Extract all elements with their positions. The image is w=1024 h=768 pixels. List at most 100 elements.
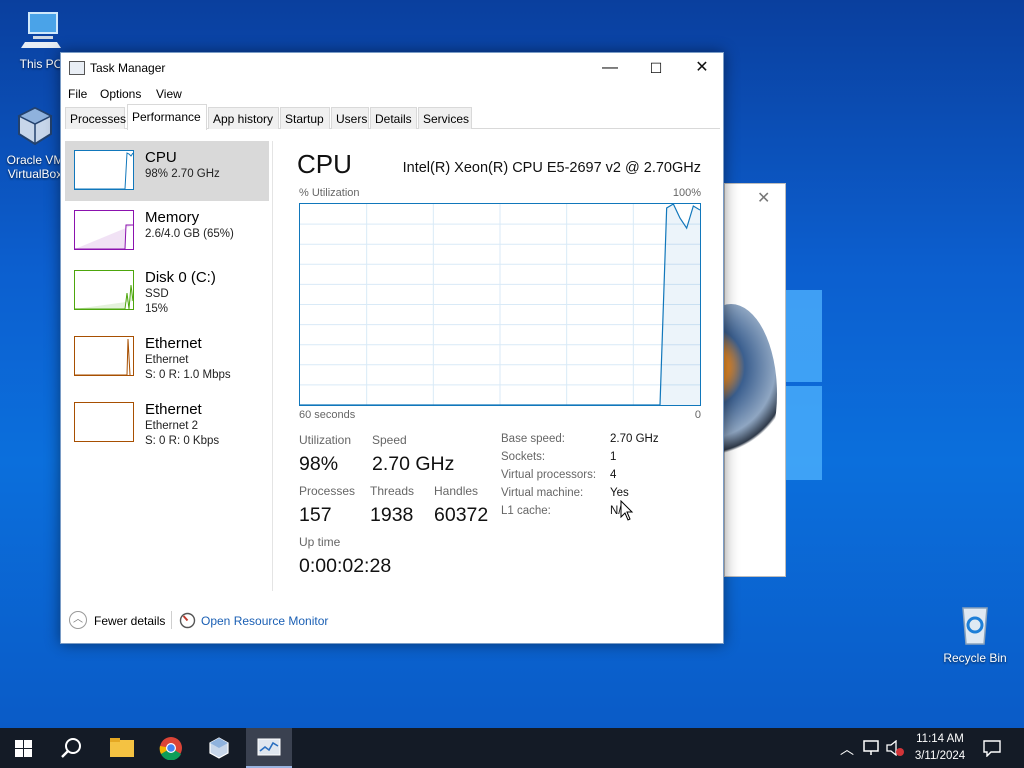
background-window[interactable]: ✕: [685, 183, 786, 577]
virtualbox-icon: [17, 106, 53, 146]
base-speed-value: 2.70 GHz: [610, 433, 659, 445]
graph-y-axis-label: % Utilization: [299, 187, 360, 199]
tab-startup[interactable]: Startup: [280, 107, 330, 129]
threads-label: Threads: [370, 484, 415, 498]
network-icon[interactable]: [862, 740, 880, 756]
chevron-up-icon[interactable]: ︿: [69, 611, 87, 629]
close-icon[interactable]: ✕: [757, 188, 770, 208]
desktop-icon-recycle-bin[interactable]: Recycle Bin: [940, 602, 1010, 665]
tab-users[interactable]: Users: [331, 107, 369, 129]
menu-bar: File Options View: [61, 83, 723, 105]
utilization-value: 98%: [299, 453, 339, 475]
tab-processes[interactable]: Processes: [65, 107, 126, 129]
resource-list: CPU 98% 2.70 GHz Memory 2.6/4.0 GB (65%)…: [65, 141, 270, 591]
taskbar-chrome[interactable]: [148, 728, 194, 768]
threads-value: 1938: [370, 504, 414, 526]
menu-options[interactable]: Options: [100, 87, 141, 101]
clock-time: 11:14 AM: [916, 733, 964, 745]
sidebar-item-title: Ethernet: [145, 401, 202, 418]
sidebar-item-subtitle: 2.6/4.0 GB (65%): [145, 228, 234, 240]
utilization-label: Utilization: [299, 433, 352, 447]
chrome-icon: [159, 737, 182, 760]
folder-icon: [110, 738, 134, 757]
recycle-bin-icon: [962, 607, 988, 645]
virtual-processors-label: Virtual processors:: [501, 469, 597, 481]
tab-services[interactable]: Services: [418, 107, 472, 129]
open-resource-monitor-link[interactable]: Open Resource Monitor: [201, 614, 328, 628]
virtual-processors-value: 4: [610, 469, 617, 481]
sidebar-item-subtitle: Ethernet 2: [145, 420, 199, 432]
cpu-utilization-chart: [300, 204, 700, 405]
task-manager-app-icon: [69, 61, 85, 75]
sidebar-item-ethernet-2[interactable]: Ethernet Ethernet 2 S: 0 R: 0 Kbps: [65, 393, 269, 453]
fewer-details-link[interactable]: Fewer details: [94, 614, 165, 628]
notifications-icon[interactable]: [982, 739, 1002, 757]
speed-label: Speed: [372, 433, 407, 447]
page-title: CPU: [297, 149, 352, 179]
sidebar-item-subtitle: Ethernet: [145, 354, 189, 366]
menu-file[interactable]: File: [68, 87, 87, 101]
windows-start-icon: [15, 740, 32, 757]
taskbar-file-explorer[interactable]: [98, 728, 144, 768]
handles-label: Handles: [434, 484, 479, 498]
tab-app-history[interactable]: App history: [208, 107, 279, 129]
sidebar-item-ethernet-1[interactable]: Ethernet Ethernet S: 0 R: 1.0 Mbps: [65, 327, 269, 387]
sidebar-item-detail: 15%: [145, 303, 169, 315]
sidebar-item-title: CPU: [145, 149, 177, 166]
footer-divider: [171, 611, 172, 629]
sockets-label: Sockets:: [501, 451, 546, 463]
virtual-machine-label: Virtual machine:: [501, 487, 584, 499]
graph-x-left-label: 60 seconds: [299, 409, 356, 421]
uptime-value: 0:00:02:28: [299, 555, 392, 577]
task-manager-window: Task Manager — ☐ ✕ File Options View Pro…: [60, 52, 724, 644]
memory-thumbnail-graph: [74, 210, 134, 250]
chevron-up-icon[interactable]: ︿: [840, 739, 854, 768]
disk-thumbnail-graph: [74, 270, 134, 310]
sidebar-item-title: Disk 0 (C:): [145, 269, 216, 286]
virtual-machine-value: Yes: [610, 487, 629, 499]
close-button[interactable]: ✕: [679, 53, 725, 83]
sidebar-divider: [272, 141, 273, 591]
sidebar-item-memory[interactable]: Memory 2.6/4.0 GB (65%): [65, 201, 269, 261]
sidebar-item-cpu[interactable]: CPU 98% 2.70 GHz: [65, 141, 269, 201]
sidebar-item-title: Ethernet: [145, 335, 202, 352]
cpu-thumbnail-line: [75, 152, 133, 189]
ethernet-thumbnail-graph: [74, 336, 134, 376]
windows-logo-wallpaper: [780, 290, 822, 480]
processes-label: Processes: [299, 484, 356, 498]
start-button[interactable]: [0, 728, 46, 768]
sidebar-item-subtitle: SSD: [145, 288, 169, 300]
minimize-button[interactable]: —: [587, 53, 633, 83]
ethernet-thumbnail-graph: [74, 402, 134, 442]
cpu-model-name: Intel(R) Xeon(R) CPU E5-2697 v2 @ 2.70GH…: [402, 160, 701, 176]
sidebar-item-disk[interactable]: Disk 0 (C:) SSD 15%: [65, 261, 269, 321]
search-button[interactable]: [48, 728, 94, 768]
sidebar-item-subtitle: 98% 2.70 GHz: [145, 168, 220, 180]
computer-icon: [21, 12, 61, 48]
l1-cache-label: L1 cache:: [501, 505, 551, 517]
title-bar[interactable]: Task Manager — ☐ ✕: [61, 53, 723, 83]
tab-strip: Processes Performance App history Startu…: [65, 104, 720, 130]
processes-value: 157: [299, 504, 332, 526]
base-speed-label: Base speed:: [501, 433, 565, 445]
volume-muted-icon[interactable]: [885, 740, 905, 756]
cpu-thumbnail-graph: [74, 150, 134, 190]
memory-thumbnail-line: [75, 224, 133, 249]
menu-view[interactable]: View: [156, 87, 182, 101]
taskbar-task-manager[interactable]: [246, 728, 292, 768]
tab-performance[interactable]: Performance: [127, 104, 207, 130]
cpu-utilization-graph: [299, 203, 701, 406]
taskbar-virtualbox[interactable]: [196, 728, 242, 768]
graph-x-right-label: 0: [694, 409, 701, 421]
sidebar-item-detail: S: 0 R: 0 Kbps: [145, 435, 220, 447]
resource-monitor-icon[interactable]: [179, 612, 196, 629]
handles-value: 60372: [434, 504, 489, 526]
sockets-value: 1: [610, 451, 617, 463]
cpu-performance-panel: CPU Intel(R) Xeon(R) CPU E5-2697 v2 @ 2.…: [297, 141, 717, 601]
maximize-button[interactable]: ☐: [633, 53, 679, 83]
system-clock[interactable]: 11:14 AM 3/11/2024: [905, 731, 975, 765]
sidebar-item-title: Memory: [145, 209, 200, 226]
ethernet-thumbnail-line: [75, 338, 131, 375]
task-manager-icon: [257, 738, 281, 756]
tab-details[interactable]: Details: [370, 107, 417, 129]
